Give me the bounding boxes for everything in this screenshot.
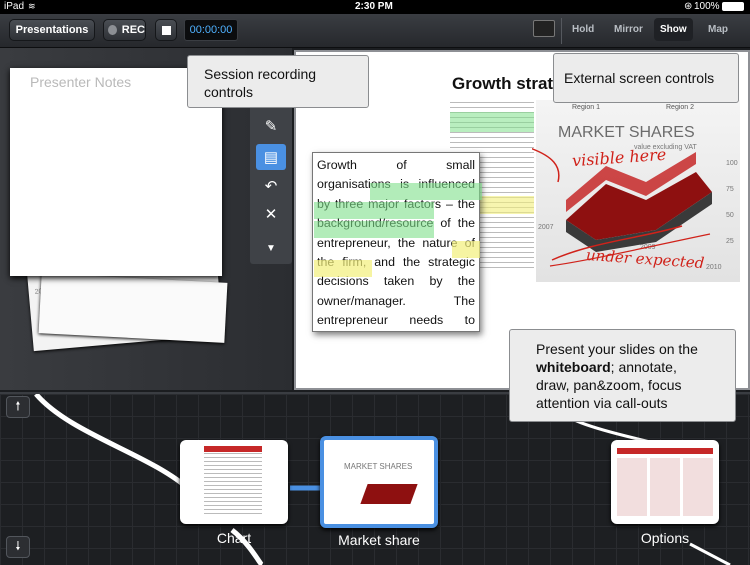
slide-heading: Growth strate — [452, 74, 563, 93]
notes-title: Presenter Notes — [30, 74, 132, 90]
callout-highlight-green-1 — [370, 183, 482, 200]
presentations-button[interactable]: Presentations — [9, 19, 95, 41]
rec-button[interactable]: REC — [103, 19, 146, 41]
clear-icon[interactable]: ✕ — [250, 202, 292, 226]
toolbar: Presentations REC 00:00:00 Hold Mirror S… — [0, 14, 750, 48]
recording-timer: 00:00:00 — [184, 19, 238, 41]
thumbnail-options[interactable] — [611, 440, 719, 524]
mode-hold[interactable]: Hold — [572, 24, 594, 35]
record-dot-icon — [108, 25, 117, 35]
pen-icon[interactable]: ✎ — [250, 114, 292, 138]
thumbnail-label-market-share: Market share — [338, 532, 420, 548]
external-display-icon[interactable] — [533, 20, 555, 37]
slide-highlight-green — [450, 112, 534, 132]
rec-label: REC — [121, 24, 145, 36]
mode-map[interactable]: Map — [708, 24, 728, 35]
wifi-icon: ≋ — [28, 1, 36, 11]
callout-icon[interactable]: ▤ — [256, 144, 286, 170]
thumbnail-label-chart: Chart — [216, 530, 252, 546]
clock: 2:30 PM — [355, 1, 393, 12]
battery-icon — [722, 2, 744, 11]
callout-external-screen: External screen controls — [553, 53, 739, 103]
notes-page-stack-2 — [38, 273, 228, 343]
thumbnail-market-share[interactable]: MARKET SHARES — [320, 436, 438, 528]
annotation-toolbar: ◉ ✎ ▤ ↶ ✕ ▼ — [250, 86, 292, 264]
callout-highlight-yellow-2 — [314, 260, 372, 277]
thumbnail-label-options: Options — [640, 530, 690, 546]
battery-percent: 100% — [694, 1, 720, 12]
callout-whiteboard: Present your slides on the whiteboard; a… — [509, 329, 736, 422]
scroll-up-button[interactable]: 🠕 — [6, 396, 30, 418]
mode-show[interactable]: Show — [654, 18, 693, 41]
chevron-down-icon[interactable]: ▼ — [250, 236, 292, 260]
callout-highlight-green-3 — [314, 221, 434, 238]
callout-session-recording: Session recording controls — [187, 55, 369, 108]
bluetooth-icon: ⊛ — [684, 1, 693, 12]
toolbar-divider — [561, 18, 562, 44]
callout-highlight-yellow-1 — [452, 241, 480, 258]
status-bar: iPad ≋ 2:30 PM ⊛ 100% — [0, 0, 750, 14]
thumbnail-chart[interactable] — [180, 440, 288, 524]
carrier-label: iPad — [4, 1, 25, 12]
stop-button[interactable] — [155, 19, 177, 41]
mode-mirror[interactable]: Mirror — [614, 24, 643, 35]
stop-icon — [161, 25, 171, 35]
undo-icon[interactable]: ↶ — [250, 174, 292, 198]
scroll-down-button[interactable]: 🠗 — [6, 536, 30, 558]
callout-highlight-green-2 — [314, 202, 434, 219]
thumbnail-chart-title: MARKET SHARES — [344, 462, 413, 471]
